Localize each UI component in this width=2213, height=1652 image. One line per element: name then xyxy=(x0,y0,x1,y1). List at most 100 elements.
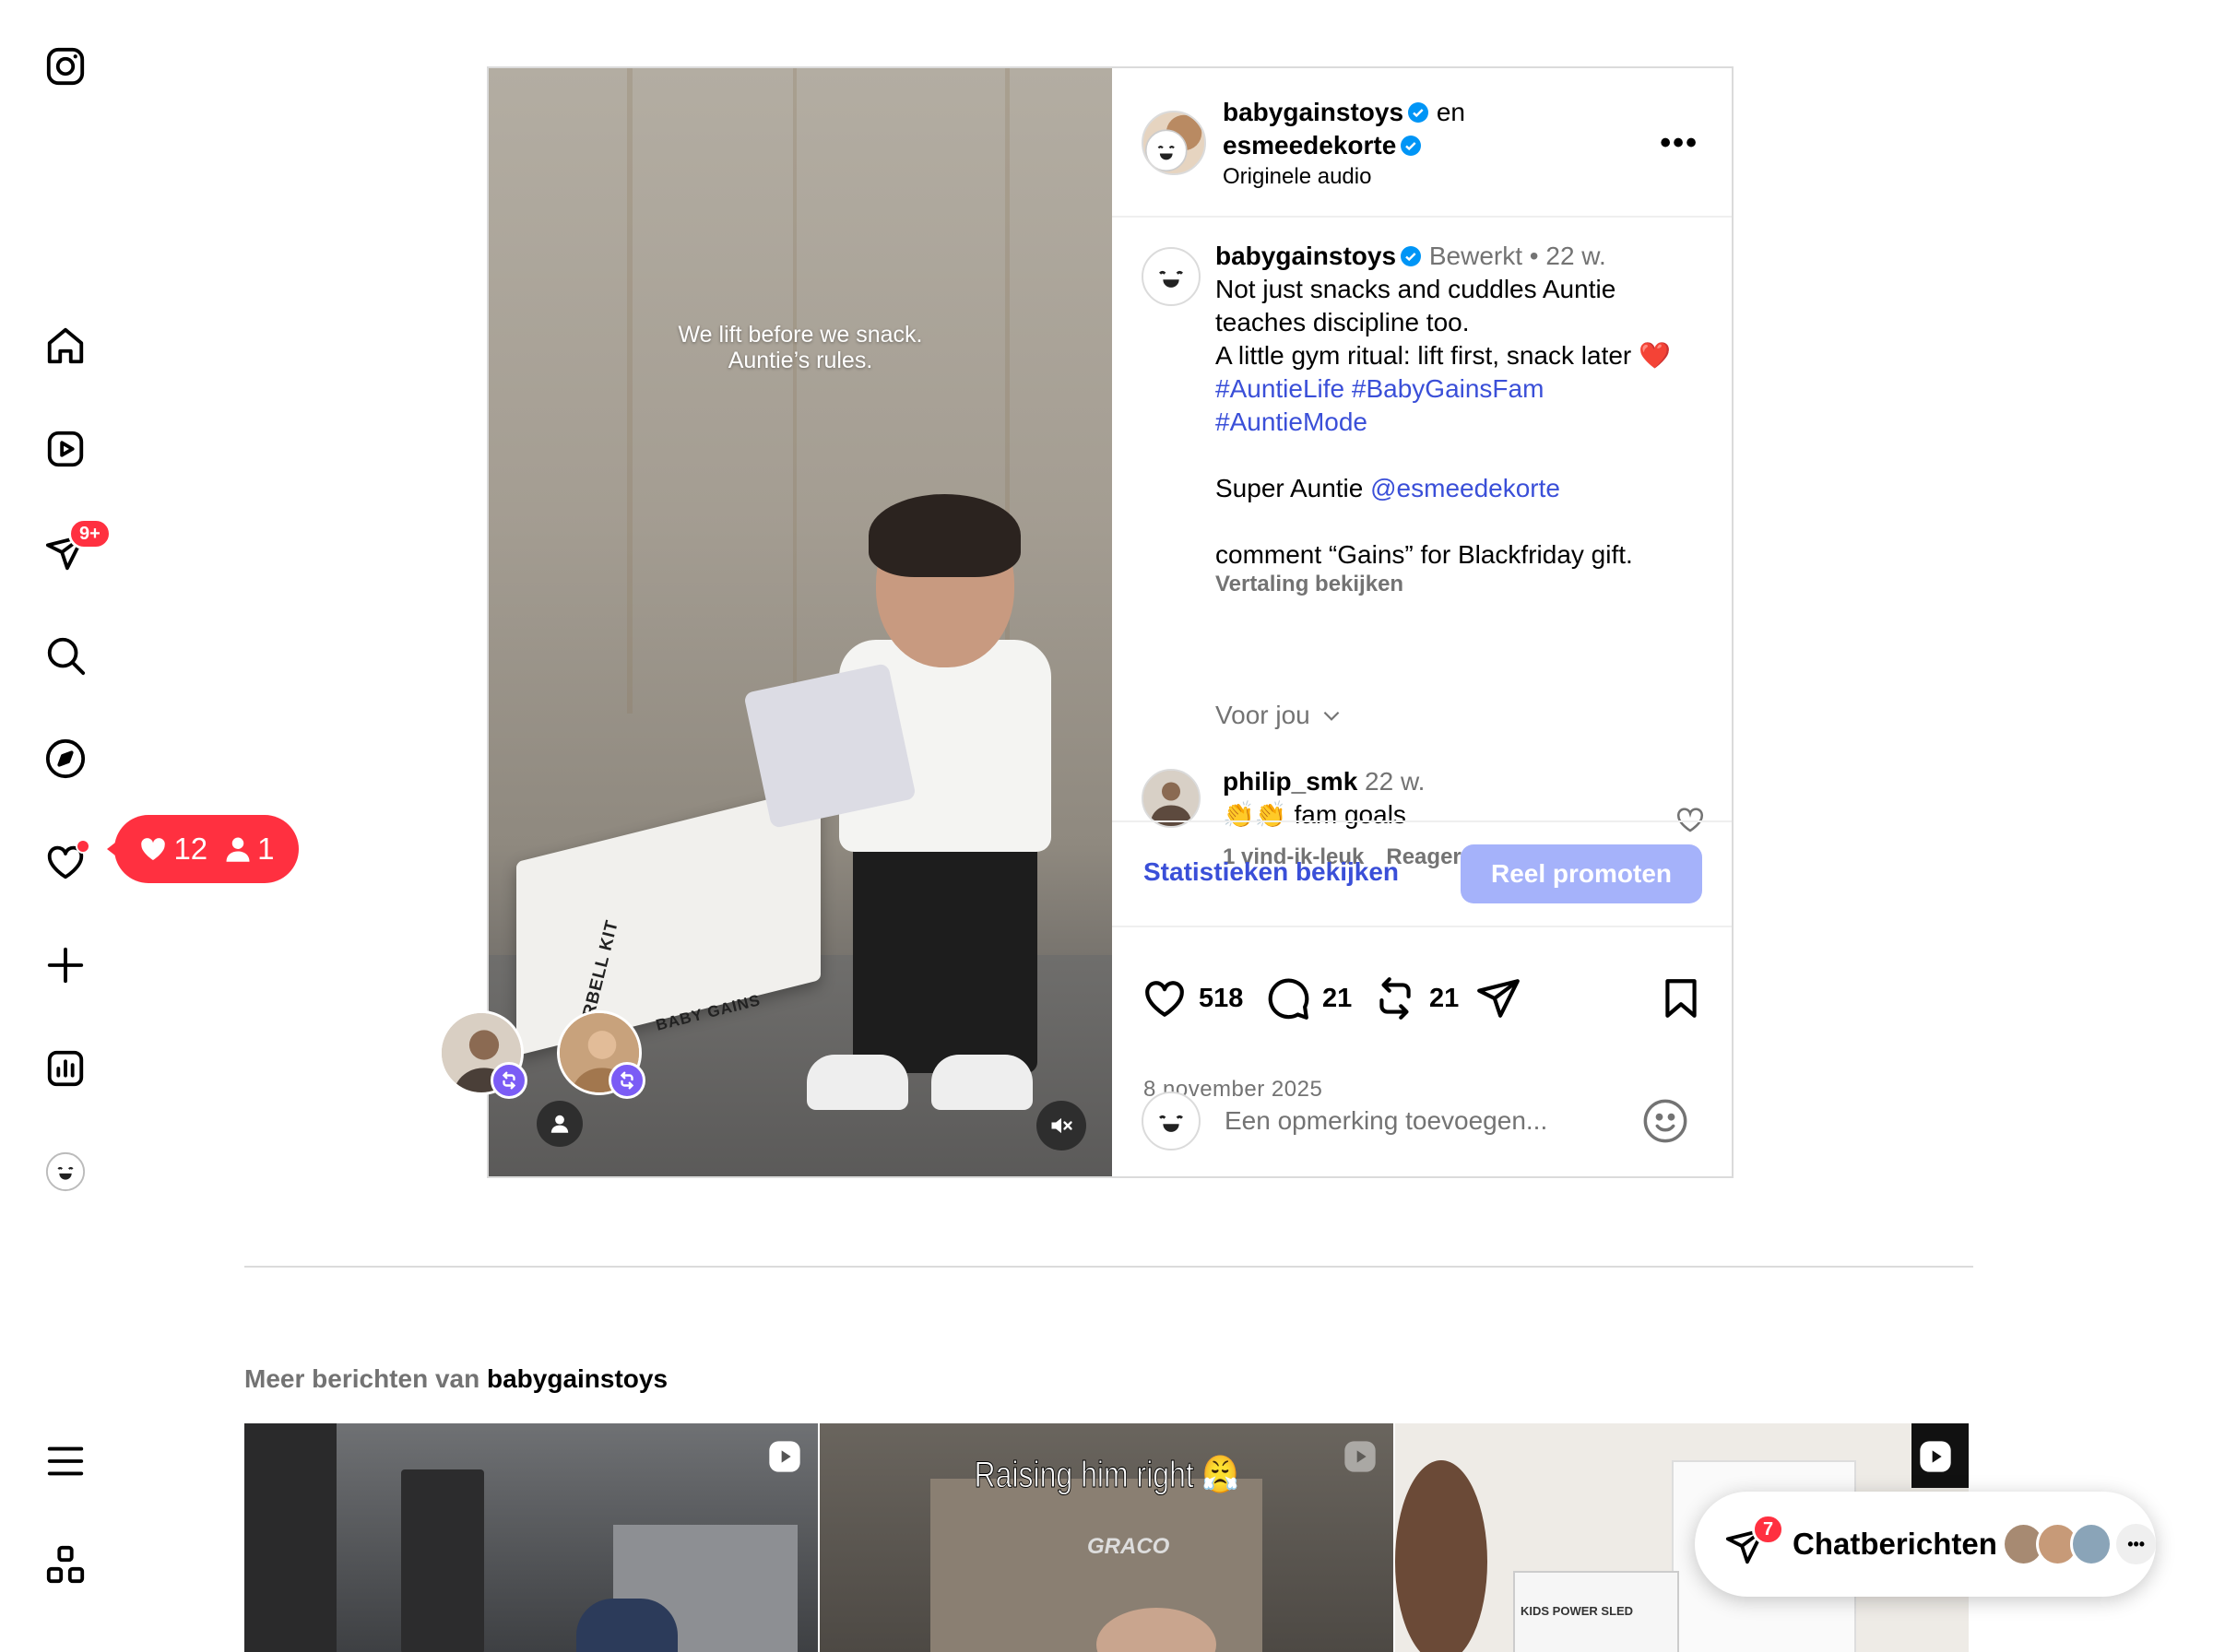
explore-compass-icon[interactable] xyxy=(42,736,89,782)
box-graphic xyxy=(930,1479,1262,1652)
save-action[interactable] xyxy=(1658,975,1704,1021)
wall-streak xyxy=(627,68,633,714)
notifications-heart-icon[interactable] xyxy=(42,839,90,885)
comment-time: 22 w. xyxy=(1365,767,1426,796)
grid-post-1[interactable] xyxy=(244,1423,818,1652)
like-count: 518 xyxy=(1199,983,1244,1013)
bookmark-icon xyxy=(1665,979,1697,1018)
grid-post-2[interactable]: GRACO Raising him right 😤 xyxy=(820,1423,1393,1652)
muted-speaker-icon xyxy=(1051,1117,1072,1134)
post-side-panel: babygainstoys en esmeedekorte Originele … xyxy=(1112,68,1732,1176)
chat-label: Chatberichten xyxy=(1793,1527,1997,1561)
collab-username-2[interactable]: esmeedekorte xyxy=(1223,131,1396,159)
caption-line-1: Not just snacks and cuddles Auntie xyxy=(1215,275,1616,303)
person-photo-icon xyxy=(1143,771,1199,826)
search-icon[interactable] xyxy=(42,632,89,678)
likes-count-item: 12 xyxy=(138,832,207,867)
gym-rack xyxy=(401,1469,484,1652)
like-action[interactable]: 518 xyxy=(1142,975,1243,1021)
overlay-line-1: We lift before we snack. xyxy=(678,322,923,348)
follows-count-item: 1 xyxy=(224,832,275,867)
create-plus-icon[interactable] xyxy=(42,942,89,988)
caption-line-5: comment “Gains” for Blackfriday gift. xyxy=(1215,540,1633,569)
audio-label[interactable]: Originele audio xyxy=(1223,164,1465,190)
chat-messages-bubble[interactable]: 7 Chatberichten ••• xyxy=(1695,1492,2156,1597)
caption: babygainstoys Bewerkt • 22 w. Not just s… xyxy=(1215,240,1713,597)
more-posts-username[interactable]: babygainstoys xyxy=(487,1364,668,1393)
messages-icon[interactable]: 9+ xyxy=(42,518,112,575)
person-icon xyxy=(226,837,250,862)
kid-shoe-right xyxy=(931,1055,1033,1110)
header-usernames: babygainstoys en esmeedekorte Originele … xyxy=(1223,96,1465,190)
repost-badge-icon xyxy=(609,1062,645,1099)
caption-separator: • xyxy=(1529,242,1539,270)
caption-line-3: A little gym ritual: lift first, snack l… xyxy=(1215,341,1671,370)
comment-emoji: 👏👏 xyxy=(1223,800,1287,829)
repost-action[interactable]: 21 xyxy=(1372,975,1459,1021)
dashboard-stats-icon[interactable] xyxy=(42,1045,89,1092)
share-icon xyxy=(1477,979,1520,1018)
reels-icon[interactable] xyxy=(42,426,89,472)
chat-avatar-3 xyxy=(2069,1522,2113,1566)
chat-badge: 7 xyxy=(1752,1514,1785,1545)
verified-badge-icon xyxy=(1408,102,1429,123)
mention-link[interactable]: @esmeedekorte xyxy=(1370,474,1560,502)
notification-dot xyxy=(76,839,90,854)
gym-wall xyxy=(244,1423,337,1652)
see-translation-link[interactable]: Vertaling bekijken xyxy=(1215,572,1713,597)
hashtag-babygainsfam[interactable]: #BabyGainsFam xyxy=(1352,374,1544,403)
for-you-dropdown[interactable]: Voor jou xyxy=(1215,701,1343,730)
messages-badge: 9+ xyxy=(68,518,112,549)
hashtag-auntiemode[interactable]: #AuntieMode xyxy=(1215,407,1367,436)
chevron-down-icon xyxy=(1323,711,1340,721)
caption-line-4: Super Auntie xyxy=(1215,474,1364,502)
promote-reel-button[interactable]: Reel promoten xyxy=(1461,844,1702,903)
comment-text: fam goals xyxy=(1294,800,1406,829)
heart-icon xyxy=(1145,981,1184,1017)
instagram-logo-icon[interactable] xyxy=(42,43,89,89)
brand-face-icon xyxy=(1144,114,1202,172)
more-apps-icon[interactable] xyxy=(42,1541,89,1587)
grid-box-label: GRACO xyxy=(1087,1534,1170,1559)
repost-count: 21 xyxy=(1429,983,1460,1013)
profile-avatar[interactable] xyxy=(42,1149,89,1195)
home-icon[interactable] xyxy=(42,323,89,369)
kid-hair xyxy=(869,494,1021,577)
reel-indicator-icon xyxy=(769,1441,800,1472)
tagged-people-button[interactable] xyxy=(537,1101,583,1147)
sled-box-label: KIDS POWER SLED xyxy=(1521,1604,1634,1618)
comment-action[interactable]: 21 xyxy=(1265,975,1352,1021)
menu-hamburger-icon[interactable] xyxy=(42,1438,89,1484)
reel-video[interactable]: We lift before we snack. Auntie’s rules.… xyxy=(489,68,1112,1176)
post-header: babygainstoys en esmeedekorte Originele … xyxy=(1112,68,1732,218)
section-divider xyxy=(244,1266,1973,1268)
repost-icon xyxy=(1379,977,1411,1020)
emoji-smiley-icon[interactable] xyxy=(1641,1097,1689,1145)
overlay-line-2: Auntie’s rules. xyxy=(728,348,873,373)
verified-badge-icon xyxy=(1401,136,1422,156)
grid-overlay-text: Raising him right 😤 xyxy=(974,1455,1239,1496)
brand-face-icon xyxy=(1159,270,1183,288)
notification-bubble[interactable]: 12 1 xyxy=(107,815,299,883)
add-comment-input[interactable]: Een opmerking toevoegen... xyxy=(1225,1106,1547,1136)
more-posts-prefix: Meer berichten van xyxy=(244,1364,480,1393)
reel-indicator-icon xyxy=(1344,1441,1376,1472)
verified-badge-icon xyxy=(1401,246,1422,266)
collab-avatar[interactable] xyxy=(1142,111,1206,175)
view-insights-link[interactable]: Statistieken bekijken xyxy=(1143,857,1399,887)
collab-username-1[interactable]: babygainstoys xyxy=(1223,98,1403,126)
brand-face-icon xyxy=(1159,1115,1183,1132)
divider xyxy=(1112,820,1732,822)
caption-username[interactable]: babygainstoys xyxy=(1215,242,1396,270)
caption-avatar[interactable] xyxy=(1142,247,1201,306)
commenter-avatar[interactable] xyxy=(1142,769,1201,828)
hashtag-auntielife[interactable]: #AuntieLife xyxy=(1215,374,1344,403)
share-action[interactable] xyxy=(1475,975,1521,1021)
comment-bubble-icon xyxy=(1268,978,1309,1020)
follows-count: 1 xyxy=(257,832,275,866)
comment-like-heart-icon[interactable] xyxy=(1675,804,1706,835)
mute-button[interactable] xyxy=(1036,1101,1086,1150)
more-options-icon[interactable]: ••• xyxy=(1660,125,1698,161)
chat-more-icon[interactable]: ••• xyxy=(2116,1524,2156,1564)
comment-username[interactable]: philip_smk xyxy=(1223,767,1357,796)
